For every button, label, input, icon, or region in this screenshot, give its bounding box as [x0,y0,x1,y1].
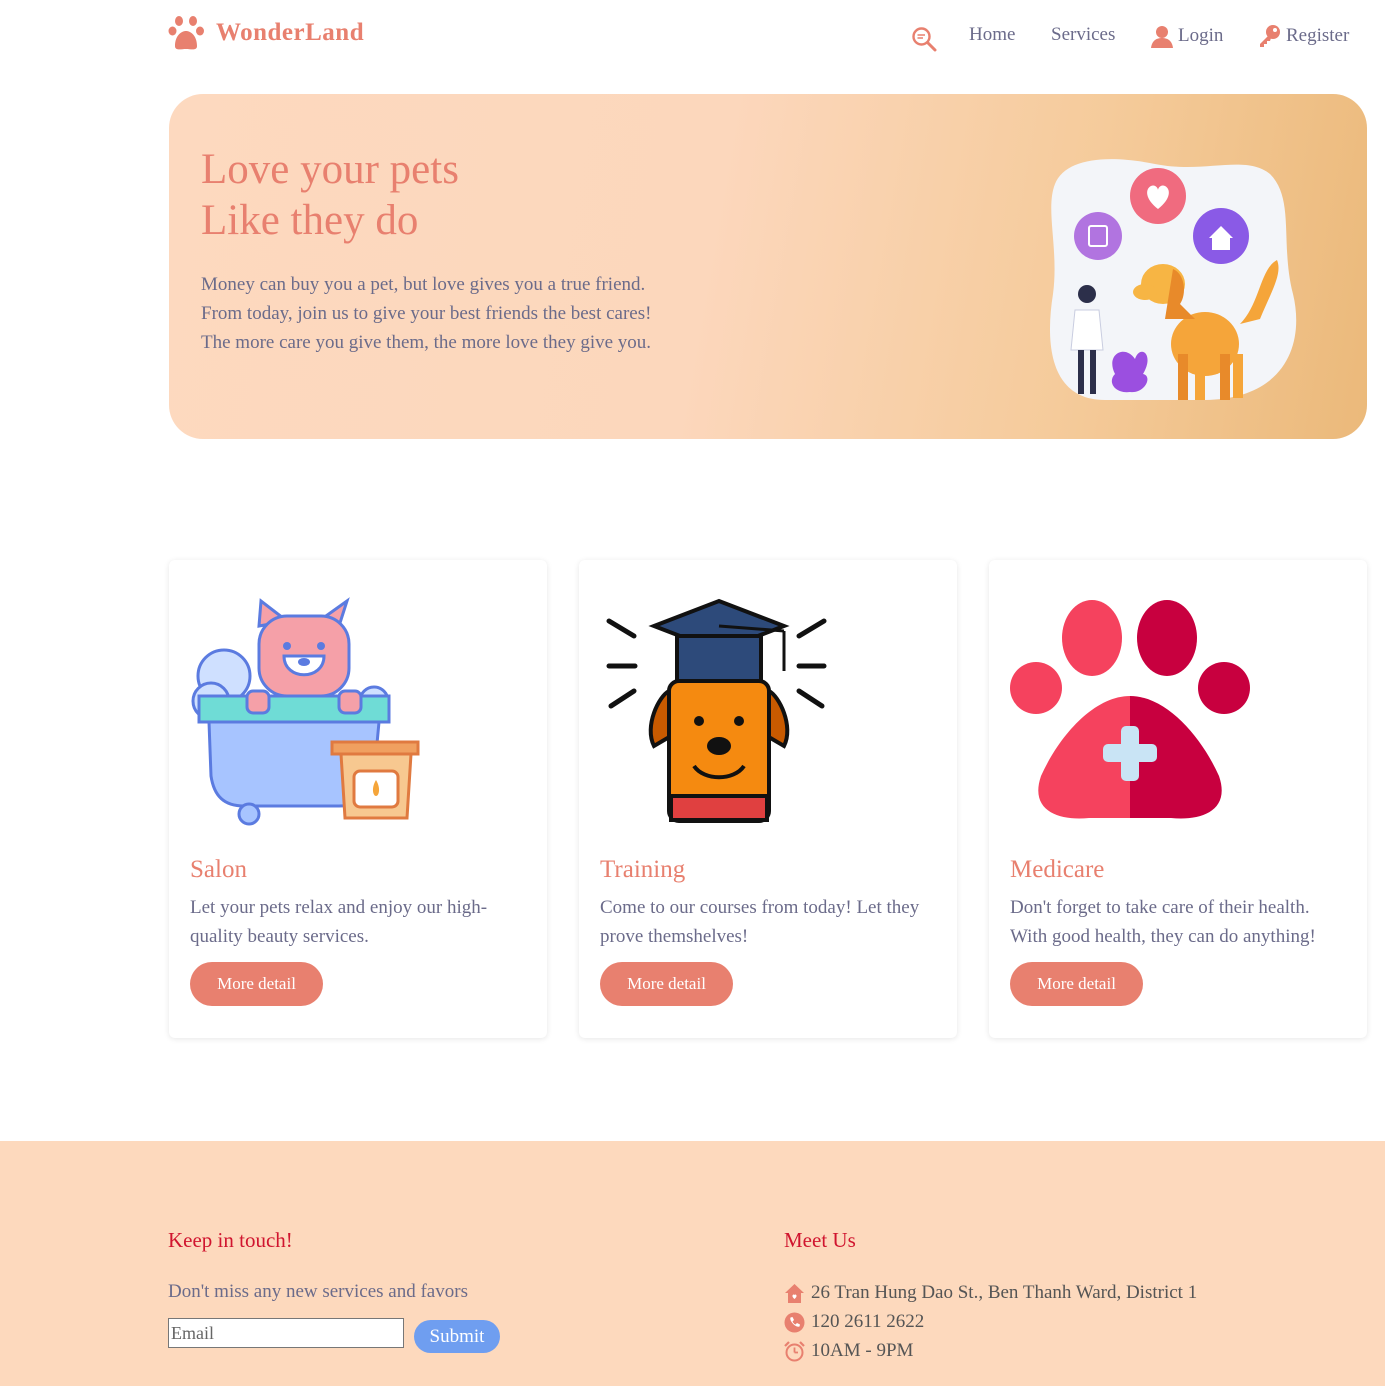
card-title: Training [600,856,686,883]
medicare-more-detail-button[interactable]: More detail [1010,962,1143,1006]
graduate-dog-icon [606,598,827,823]
address-text: 26 Tran Hung Dao St., Ben Thanh Ward, Di… [811,1282,1198,1303]
brand-logo[interactable]: WonderLand [168,14,364,52]
vet-dog-illustration [1049,159,1297,400]
hours-text: 10AM - 9PM [811,1340,914,1361]
key-icon [1260,25,1280,47]
home-icon [785,1283,804,1303]
salon-more-detail-button[interactable]: More detail [190,962,323,1006]
hero-title: Love your pets Like they do [201,144,459,246]
phone-icon [784,1312,805,1332]
user-icon [1151,26,1173,48]
newsletter-text: Don't miss any new services and favors [168,1281,468,1302]
paw-icon [168,16,204,50]
phone-row: 120 2611 2622 [784,1311,924,1333]
nav-home-link[interactable]: Home [969,24,1015,46]
address-row: 26 Tran Hung Dao St., Ben Thanh Ward, Di… [784,1282,1197,1304]
paw-medical-icon [1010,600,1250,819]
footer: Keep in touch! Don't miss any new servic… [0,1141,1385,1386]
search-icon [912,27,937,52]
phone-text: 120 2611 2622 [811,1311,925,1332]
search-button[interactable] [911,26,937,52]
training-more-detail-button[interactable]: More detail [600,962,733,1006]
hero-title-line1: Love your pets [201,146,459,193]
hero-text-line1: Money can buy you a pet, but love gives … [201,274,646,295]
card-description: Don't forget to take care of their healt… [1010,897,1316,947]
hero-banner: Love your pets Like they do Money can bu… [169,94,1367,439]
nav-services-link[interactable]: Services [1051,24,1115,46]
service-card-training: Training Come to our courses from today!… [579,560,957,1038]
submit-button[interactable]: Submit [414,1320,500,1353]
top-navigation: WonderLand Home Services Login Register [0,0,1385,72]
card-description: Let your pets relax and enjoy our high-q… [190,897,488,947]
service-card-salon: Salon Let your pets relax and enjoy our … [169,560,547,1038]
hero-text-line3: The more care you give them, the more lo… [201,332,652,353]
login-label: Login [1178,25,1224,46]
card-title: Salon [190,856,247,883]
register-label: Register [1286,25,1350,46]
alarm-clock-icon [784,1340,805,1361]
meet-us-heading: Meet Us [784,1228,856,1252]
card-title: Medicare [1010,856,1105,883]
hero-text-line2: From today, join us to give your best fr… [201,303,652,324]
bath-dog-icon [191,597,420,826]
nav-login-link[interactable]: Login [1150,24,1223,48]
brand-name: WonderLand [216,19,365,46]
card-description: Come to our courses from today! Let they… [600,897,920,947]
hero-description: Money can buy you a pet, but love gives … [201,270,651,357]
keep-in-touch-heading: Keep in touch! [168,1228,293,1252]
hours-row: 10AM - 9PM [784,1340,913,1362]
email-input[interactable] [168,1318,404,1348]
nav-register-link[interactable]: Register [1258,24,1349,48]
service-card-medicare: Medicare Don't forget to take care of th… [989,560,1367,1038]
hero-title-line2: Like they do [201,197,419,244]
